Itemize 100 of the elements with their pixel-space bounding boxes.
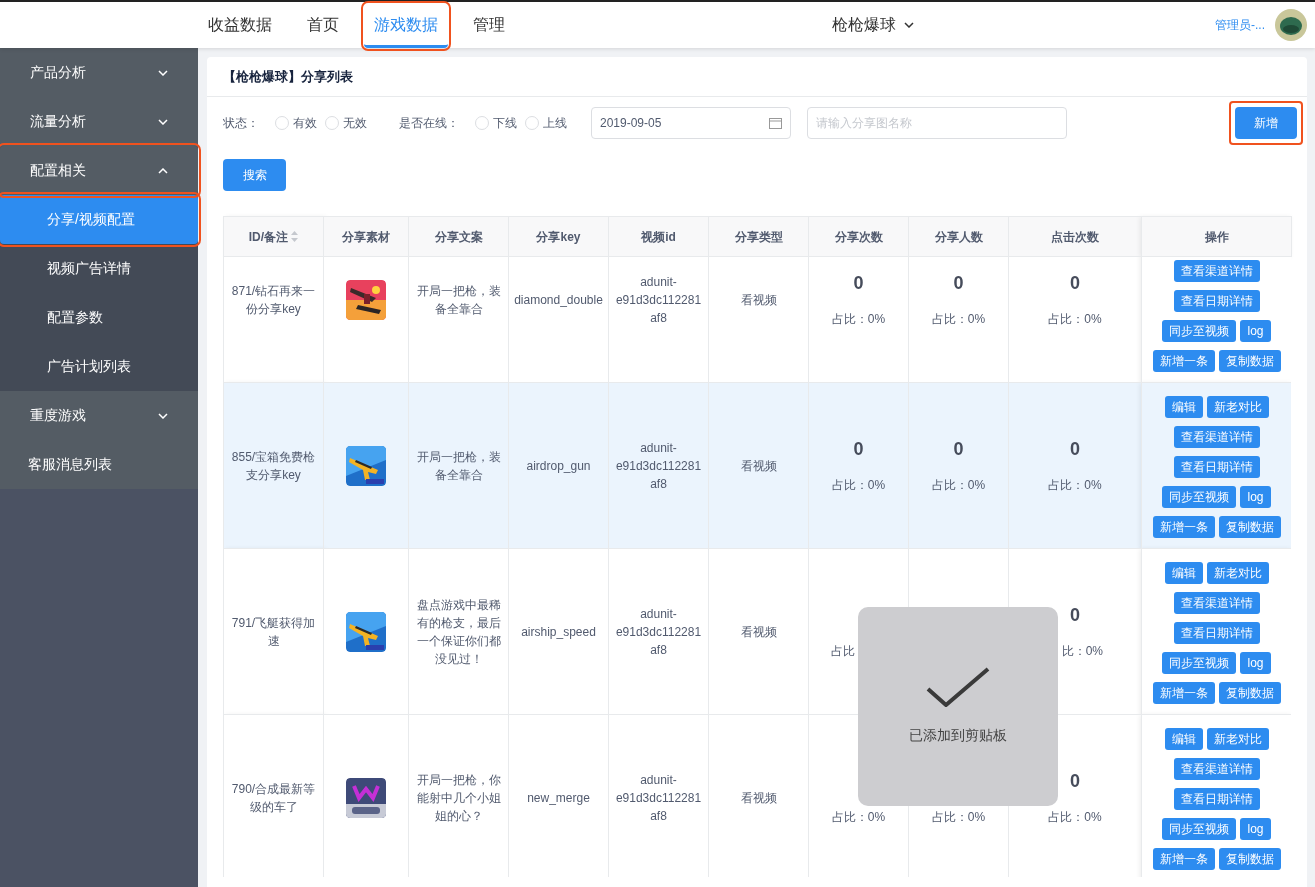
- action-button[interactable]: log: [1240, 818, 1271, 840]
- table-cell: adunit-e91d3dc112281af8: [608, 714, 709, 877]
- sidebar-item[interactable]: 客服消息列表: [0, 440, 198, 489]
- avatar-icon[interactable]: [1275, 9, 1307, 41]
- action-button[interactable]: 查看渠道详情: [1173, 758, 1260, 780]
- radio-option[interactable]: 无效: [325, 114, 367, 132]
- stat-count: 0: [1069, 437, 1081, 460]
- table-cell: adunit-e91d3dc112281af8: [608, 548, 709, 715]
- table-cell: airdrop_gun: [508, 382, 609, 549]
- sidebar-item[interactable]: 流量分析: [0, 97, 198, 146]
- action-button[interactable]: 新增一条: [1152, 848, 1215, 870]
- game-selector[interactable]: 枪枪爆球: [825, 12, 920, 38]
- action-button[interactable]: 复制数据: [1218, 682, 1281, 704]
- table-cell: 盘点游戏中最稀有的枪支，最后一个保证你们都没见过！: [408, 548, 509, 715]
- action-button[interactable]: 查看日期详情: [1173, 622, 1260, 644]
- checkmark-icon: [926, 667, 990, 707]
- action-button[interactable]: 同步至视频: [1162, 320, 1237, 342]
- action-button[interactable]: 复制数据: [1218, 516, 1281, 538]
- sidebar-item[interactable]: 配置相关: [0, 146, 198, 195]
- nav-tab[interactable]: 收益数据: [198, 4, 282, 48]
- table-cell: 791/飞艇获得加速: [223, 548, 324, 715]
- action-button[interactable]: 编辑: [1164, 728, 1203, 750]
- table-cell: diamond_double: [508, 257, 609, 383]
- table-cell: 看视频: [708, 714, 809, 877]
- table-cell: airship_speed: [508, 548, 609, 715]
- stat-count: 0: [1069, 769, 1081, 792]
- sidebar-subitem[interactable]: 分享/视频配置: [0, 195, 198, 244]
- ratio-text: 占比: [830, 642, 856, 660]
- action-button[interactable]: 查看日期详情: [1173, 456, 1260, 478]
- chevron-icon: [158, 118, 168, 125]
- action-button[interactable]: 编辑: [1164, 562, 1203, 584]
- action-button[interactable]: log: [1240, 320, 1271, 342]
- radio-option[interactable]: 上线: [525, 114, 567, 132]
- table-cell: 开局一把枪，你能射中几个小姐姐的心？: [408, 714, 509, 877]
- column-header: 视频id: [608, 216, 709, 257]
- sidebar-subitem[interactable]: 视频广告详情: [0, 244, 198, 293]
- radio-option[interactable]: 有效: [275, 114, 317, 132]
- action-button[interactable]: 同步至视频: [1162, 486, 1237, 508]
- action-button[interactable]: 查看日期详情: [1173, 788, 1260, 810]
- sidebar-item[interactable]: 重度游戏: [0, 391, 198, 440]
- nav-tab[interactable]: 首页: [297, 4, 349, 48]
- add-button[interactable]: 新增: [1235, 107, 1297, 139]
- user-menu-link[interactable]: 管理员-...: [1215, 16, 1265, 34]
- table-cell: 看视频: [708, 257, 809, 383]
- card-title: 【枪枪爆球】分享列表: [207, 57, 1307, 97]
- sidebar-item[interactable]: 产品分析: [0, 48, 198, 97]
- column-header: 分享人数: [908, 216, 1009, 257]
- action-button[interactable]: 新老对比: [1206, 396, 1269, 418]
- action-button[interactable]: 同步至视频: [1162, 818, 1237, 840]
- action-button[interactable]: 编辑: [1164, 396, 1203, 418]
- chevron-icon: [903, 22, 914, 28]
- stat-count: 0: [1069, 603, 1081, 626]
- search-button[interactable]: 搜索: [223, 159, 286, 191]
- sidebar-subitem[interactable]: 广告计划列表: [0, 342, 198, 391]
- stat-count: 0: [952, 437, 965, 460]
- ratio-text: 占比：0%: [931, 311, 986, 326]
- filter-label: 是否在线：: [399, 115, 459, 132]
- date-field[interactable]: 2019-09-05: [591, 107, 791, 139]
- action-button[interactable]: log: [1240, 486, 1271, 508]
- stat-count: 0: [1069, 271, 1081, 294]
- sidebar-subitem[interactable]: 配置参数: [0, 293, 198, 342]
- action-button[interactable]: 新老对比: [1206, 728, 1269, 750]
- action-button[interactable]: 查看渠道详情: [1173, 260, 1260, 282]
- column-header: 分享次数: [808, 216, 909, 257]
- action-button[interactable]: 复制数据: [1218, 848, 1281, 870]
- action-button[interactable]: 新老对比: [1206, 562, 1269, 584]
- action-button[interactable]: log: [1240, 652, 1271, 674]
- toast-message: 已添加到剪贴板: [909, 726, 1007, 745]
- column-header: 操作: [1141, 216, 1292, 257]
- table-cell: 看视频: [708, 382, 809, 549]
- chevron-icon: [158, 69, 168, 76]
- column-header: 分享key: [508, 216, 609, 257]
- nav-tab[interactable]: 管理: [463, 4, 515, 48]
- column-header: 分享素材: [323, 216, 409, 257]
- table-cell: new_merge: [508, 714, 609, 877]
- chevron-icon: [158, 167, 168, 174]
- table-cell: 855/宝箱免费枪支分享key: [223, 382, 324, 549]
- radio-option[interactable]: 下线: [475, 114, 517, 132]
- action-button[interactable]: 查看渠道详情: [1173, 592, 1260, 614]
- stat-count: 0: [852, 271, 865, 294]
- action-button[interactable]: 新增一条: [1152, 516, 1215, 538]
- ratio-text: 占比：0%: [931, 809, 986, 824]
- ratio-text: 比：0%: [1060, 642, 1103, 660]
- table-cell: 871/钻石再来一份分享key: [223, 257, 324, 383]
- column-header: 点击次数: [1008, 216, 1142, 257]
- action-button[interactable]: 新增一条: [1152, 350, 1215, 372]
- calendar-icon: [769, 117, 782, 129]
- action-button[interactable]: 复制数据: [1218, 350, 1281, 372]
- column-header[interactable]: ID/备注: [223, 216, 324, 257]
- stat-count: 0: [952, 271, 965, 294]
- table-cell: 开局一把枪，装备全靠合: [408, 257, 509, 383]
- action-button[interactable]: 同步至视频: [1162, 652, 1237, 674]
- action-button[interactable]: 新增一条: [1152, 682, 1215, 704]
- table-cell: adunit-e91d3dc112281af8: [608, 382, 709, 549]
- action-button[interactable]: 查看日期详情: [1173, 290, 1260, 312]
- action-button[interactable]: 查看渠道详情: [1173, 426, 1260, 448]
- table-cell: adunit-e91d3dc112281af8: [608, 257, 709, 383]
- ratio-text: 占比：0%: [831, 477, 886, 492]
- nav-tab[interactable]: 游戏数据: [364, 4, 448, 48]
- table-cell: 开局一把枪，装备全靠合: [408, 382, 509, 549]
